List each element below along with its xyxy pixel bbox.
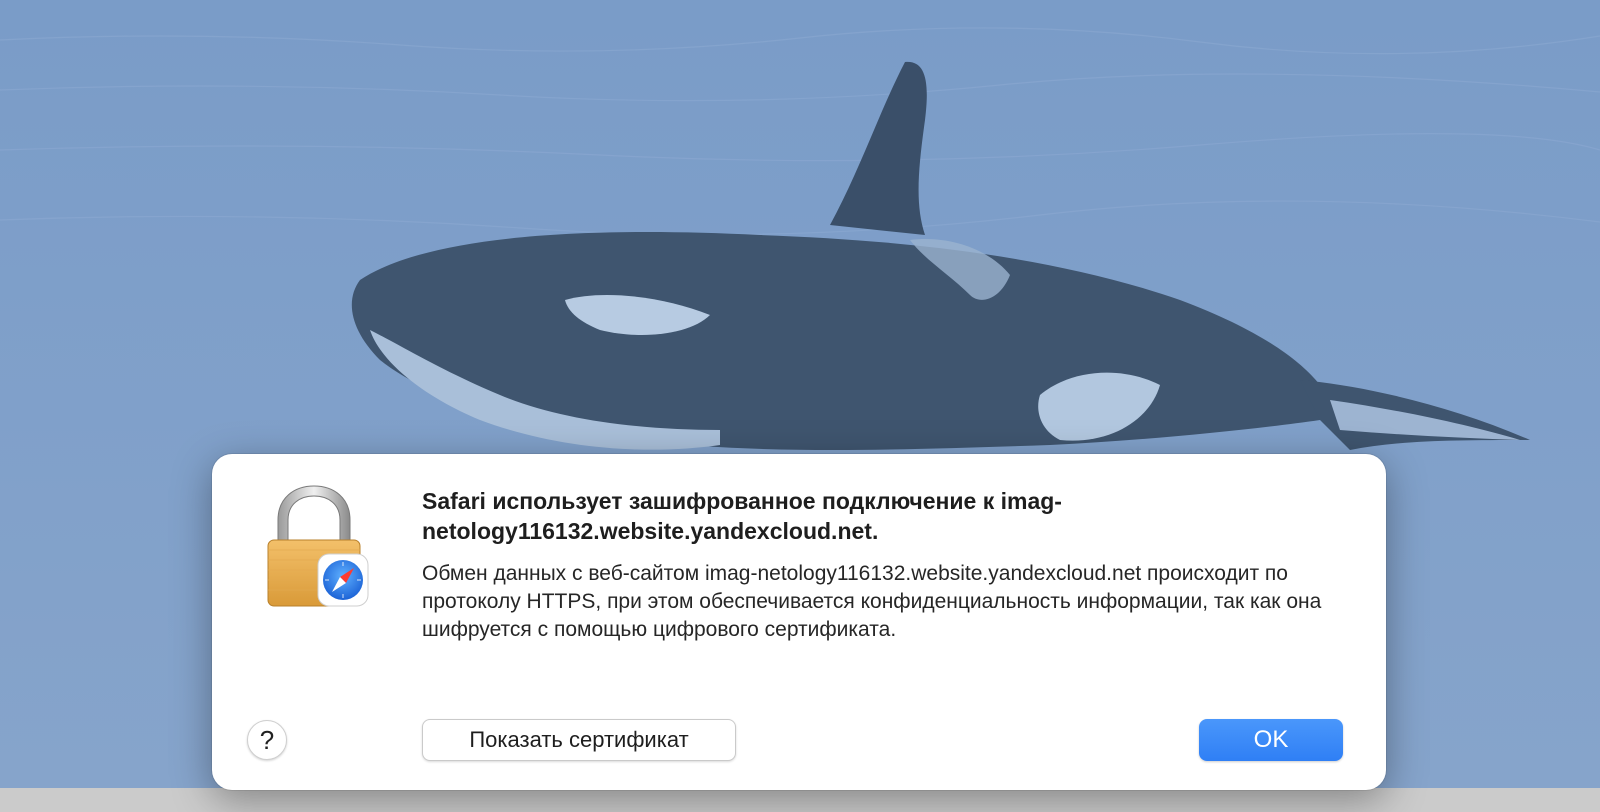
page: Safari использует зашифрованное подключе… xyxy=(0,0,1600,812)
show-certificate-button[interactable]: Показать сертификат xyxy=(422,719,736,761)
dialog-message: Обмен данных с веб-сайтом imag-netology1… xyxy=(422,562,1322,641)
lock-with-safari-compass-icon xyxy=(258,484,370,612)
ok-button[interactable]: OK xyxy=(1199,719,1343,761)
dialog-title: Safari использует зашифрованное подключе… xyxy=(422,488,1062,544)
window-bottom-bar xyxy=(0,788,1600,812)
dialog-text: Safari использует зашифрованное подключе… xyxy=(422,486,1342,644)
certificate-info-dialog: Safari использует зашифрованное подключе… xyxy=(212,454,1386,790)
help-button[interactable]: ? xyxy=(247,720,287,760)
